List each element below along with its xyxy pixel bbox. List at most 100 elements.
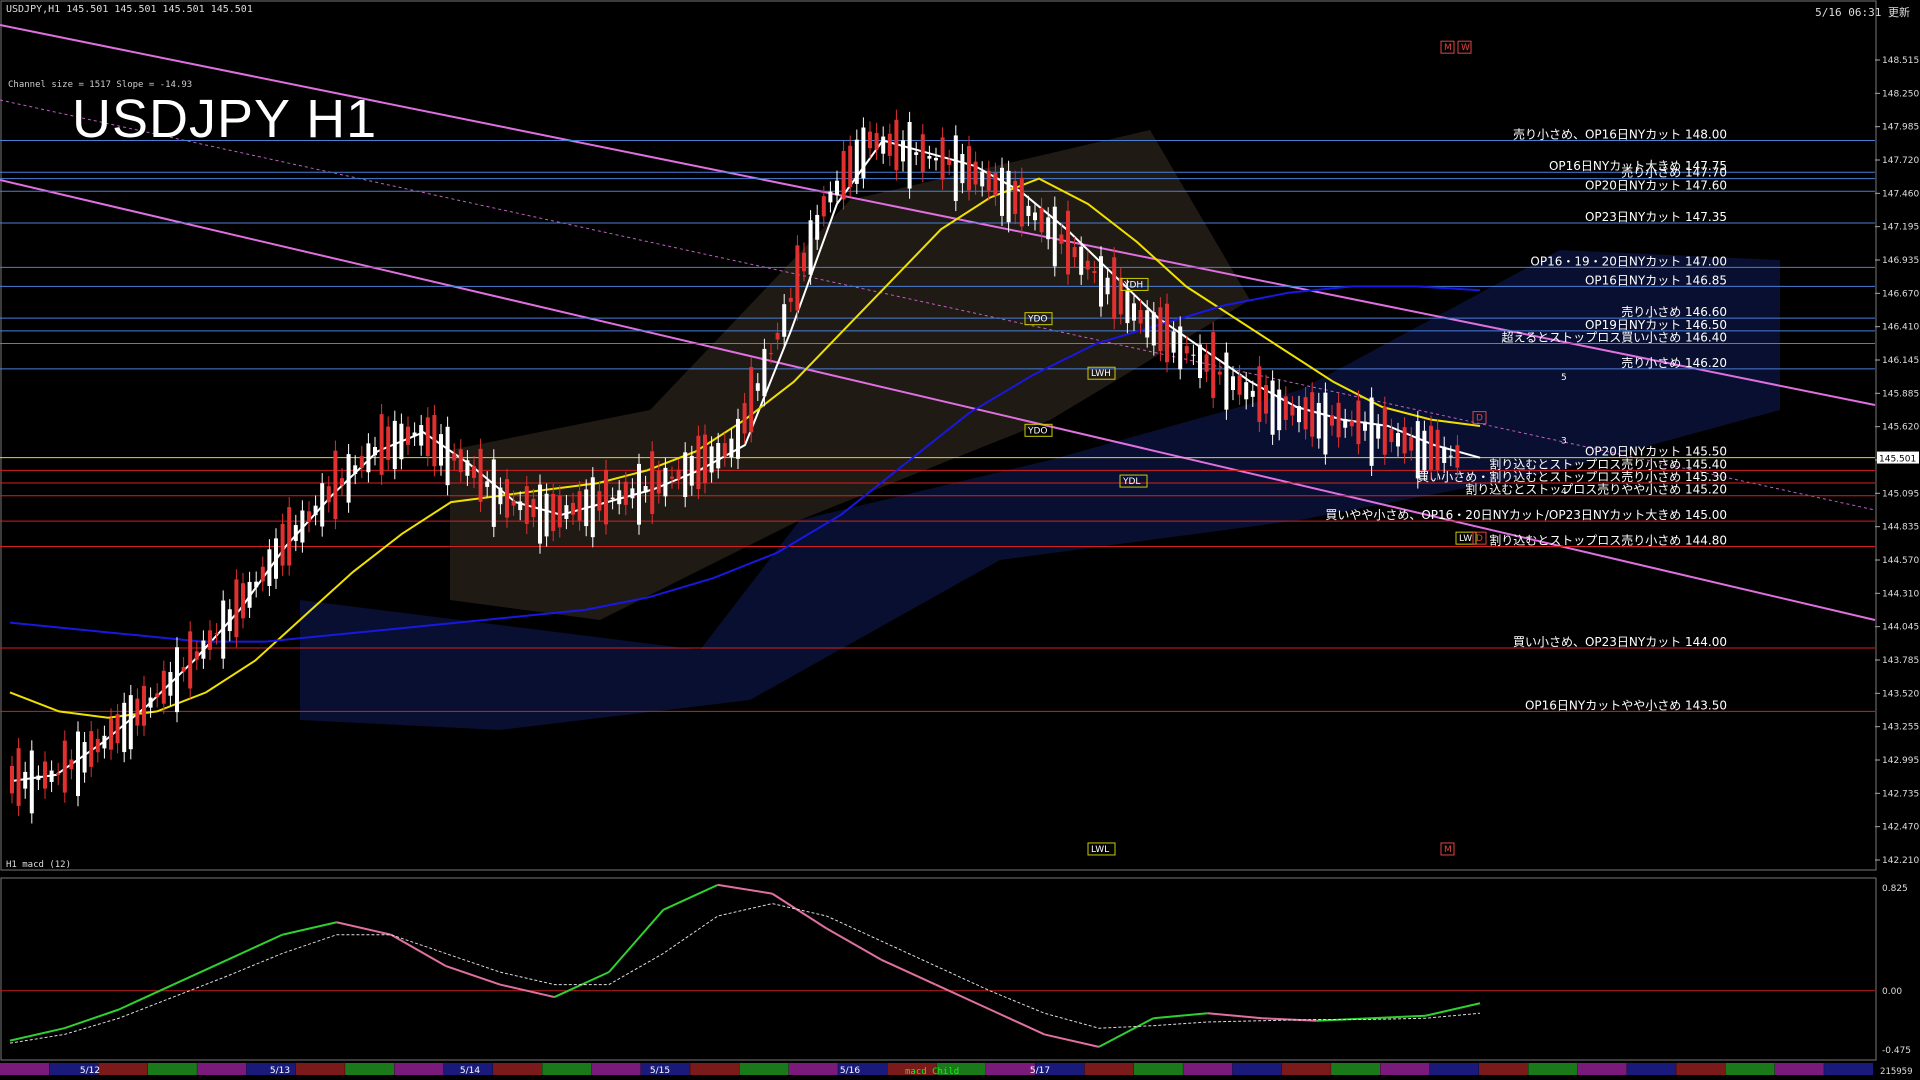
candle-body [1402,427,1407,454]
candle-body [425,417,430,457]
candle-body [1105,277,1110,295]
candle-body [967,146,971,191]
candle-body [828,191,833,203]
chart-title: USDJPY H1 [72,89,378,149]
candle-body [142,685,146,726]
price-marker-lwh: LWH [1091,369,1111,379]
candle-body [300,510,305,543]
y-axis-tick-label: 144.570 [1882,556,1919,566]
candle-body [729,438,734,458]
candle-body [1415,421,1420,479]
price-marker-w: W [1461,43,1470,53]
session-band [1084,1063,1134,1075]
y-axis-tick-label: 147.195 [1882,223,1919,233]
y-axis-tick-label: 148.515 [1882,56,1919,66]
x-axis-tick-label: 5/14 [460,1066,480,1076]
y-axis-tick-label: 142.995 [1882,756,1919,766]
session-band [591,1063,641,1075]
candle-body [122,702,127,753]
candle-body [1435,429,1440,470]
macd-tick-label: -0.475 [1882,1046,1911,1056]
session-band [788,1063,838,1075]
y-axis-tick-label: 147.460 [1882,189,1919,199]
candle-body [1059,234,1064,244]
candle-body [1343,419,1348,428]
session-band [739,1063,789,1075]
macd-main-segment [1153,1012,1208,1020]
level-label: OP16日NYカット 146.85 [1585,273,1727,287]
candle-body [940,137,945,180]
session-band [1725,1063,1775,1075]
session-band [493,1063,542,1075]
candle-body [1151,312,1156,346]
candle-body [1092,270,1097,274]
candle-body [214,633,219,635]
candle-body [986,170,991,191]
candle-body [564,505,569,519]
y-axis-tick-label: 143.785 [1882,656,1919,666]
candle-body [1277,389,1282,431]
candle-body [656,470,661,494]
session-band [1774,1063,1824,1075]
candle-body [590,477,595,538]
candle-body [320,483,325,527]
candle-body [135,698,140,726]
candle-body [637,463,641,525]
candle-body [953,135,958,201]
session-band [1528,1063,1578,1075]
session-band [0,1063,49,1075]
candle-body [472,466,476,478]
indicator-label: macd Child [905,1067,960,1077]
candle-body [788,297,793,302]
level-label: 割り込むとストップロス売り小さめ 144.80 [1489,532,1727,547]
candle-body [894,119,899,171]
candle-body [544,493,549,537]
candle-body [201,640,206,659]
candle-body [1382,406,1387,455]
y-axis-tick-label: 148.250 [1882,89,1919,99]
price-marker-m: M [1444,43,1452,53]
price-marker-ydo: YDO [1027,426,1048,436]
candle-body [518,501,523,511]
level-label: OP20日NYカット 147.60 [1585,178,1727,192]
candle-body [340,478,344,486]
session-band [1183,1063,1233,1075]
candle-body [208,630,212,650]
candle-body [1429,425,1433,470]
candle-body [168,672,173,696]
candle-body [1184,346,1189,354]
candle-body [445,426,450,486]
macd-main-segment [172,958,229,986]
candle-body [1290,406,1295,416]
current-price-text: 145.501 [1879,455,1916,465]
candle-body [1000,167,1004,216]
macd-main-segment [662,883,719,911]
candle-body [1323,392,1328,455]
candle-body [1066,210,1070,275]
candle-body [1125,289,1130,324]
candle-body [1442,446,1447,463]
candle-body [188,631,193,689]
macd-main-segment [608,909,665,973]
candle-body [1310,392,1315,437]
candle-body [458,449,463,473]
candle-body [293,525,298,541]
candle-body [102,735,107,749]
session-band [1479,1063,1528,1075]
candle-body [221,600,226,659]
macd-tick-label: 0.00 [1882,987,1902,997]
macd-main-segment [826,927,882,961]
macd-main-segment [281,921,337,936]
price-chart: 148.515 148.250 147.985 147.720 147.460 147.1… [0,0,1919,1076]
candle-body [1369,397,1374,466]
candle-body [551,493,556,532]
candle-body [901,140,905,162]
candle-body [128,695,133,750]
candle-body [1224,352,1229,410]
candle-body [439,434,443,466]
candle-body [973,161,978,185]
candle-body [511,500,516,506]
candle-body [181,667,186,672]
candle-body [1198,344,1202,379]
candle-body [1171,331,1176,353]
